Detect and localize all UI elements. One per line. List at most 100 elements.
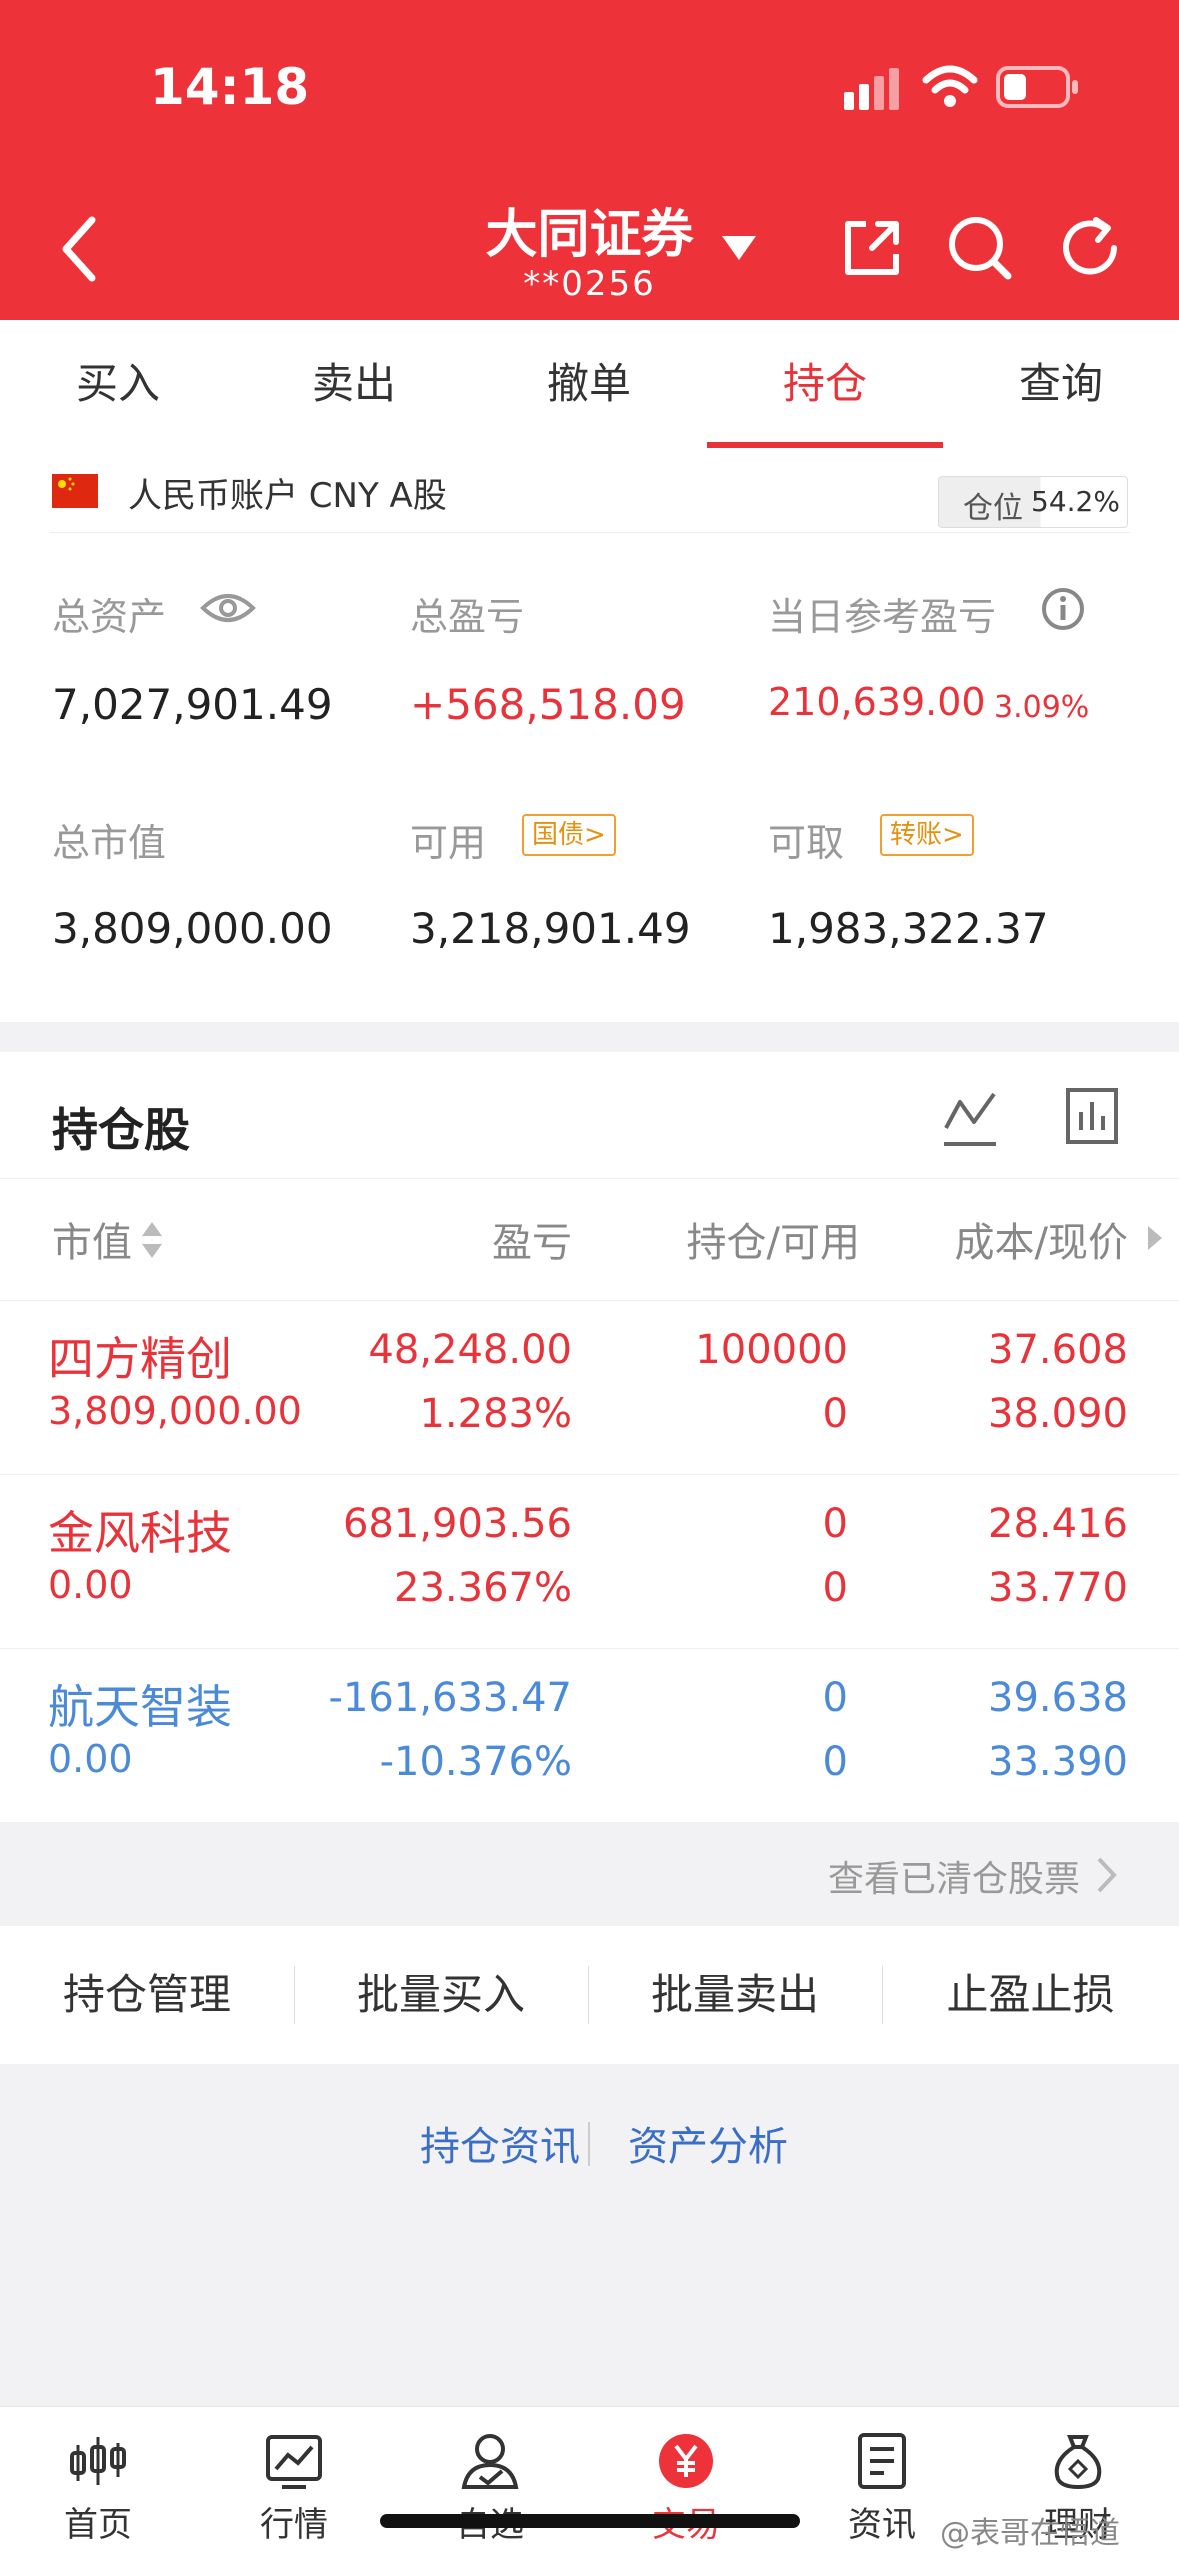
- available-value: 3,218,901.49: [410, 904, 691, 953]
- stock-pl: 681,903.56: [342, 1501, 572, 1547]
- position-manage-button[interactable]: 持仓管理: [0, 1926, 294, 2064]
- cleared-stocks-bar: 查看已清仓股票: [0, 1822, 1179, 1926]
- trade-tabs: 买入 卖出 撤单 持仓 查询: [0, 320, 1179, 449]
- currency-account-label: 人民币账户 CNY A股: [128, 476, 447, 516]
- daily-pl-percent: 3.09%: [994, 690, 1090, 725]
- stock-price: 33.390: [988, 1739, 1128, 1785]
- holdings-title: 持仓股: [52, 1103, 190, 1157]
- chart-icon: [266, 2435, 322, 2489]
- available-label: 可用: [410, 821, 487, 865]
- chevron-right-icon[interactable]: [1146, 1224, 1164, 1252]
- candlestick-icon: [70, 2437, 126, 2485]
- holding-row[interactable]: 四方精创 3,809,000.00 48,248.00 1.283% 10000…: [0, 1300, 1179, 1475]
- chevron-down-icon[interactable]: [720, 234, 758, 262]
- holdings-panel: 持仓股 市值 盈亏 持仓/可用 成本/现价 四方精创 3,809,000.00 …: [0, 1052, 1179, 1822]
- position-ratio-label: 仓位: [963, 491, 1023, 526]
- stock-market-value: 0.00: [48, 1737, 133, 1781]
- stock-available: 0: [822, 1739, 848, 1785]
- battery-icon: [996, 66, 1078, 108]
- money-bag-icon: [1054, 2435, 1102, 2490]
- bottom-tab-trade[interactable]: 交易: [588, 2407, 784, 2557]
- daily-pl-value: 210,639.00: [768, 680, 986, 724]
- bottom-tab-market[interactable]: 行情: [196, 2407, 392, 2557]
- search-icon[interactable]: [946, 214, 1014, 282]
- stock-price: 33.770: [988, 1565, 1128, 1611]
- info-links: 持仓资讯 资产分析: [0, 2100, 1179, 2190]
- stock-pl-percent: -10.376%: [379, 1739, 572, 1785]
- withdrawable-label: 可取: [768, 821, 845, 865]
- stock-name: 航天智装: [48, 1680, 232, 1734]
- tab-positions[interactable]: 持仓: [707, 320, 943, 448]
- stock-name: 四方精创: [48, 1332, 232, 1386]
- link-divider: [588, 2122, 590, 2166]
- home-indicator[interactable]: [380, 2514, 800, 2528]
- tab-buy[interactable]: 买入: [0, 320, 236, 448]
- col-quantity: 持仓/可用: [686, 1220, 860, 1266]
- china-flag-icon: [52, 474, 98, 508]
- yuan-icon: [659, 2434, 713, 2488]
- stock-cost: 37.608: [988, 1327, 1128, 1373]
- total-assets-label: 总资产: [52, 595, 167, 639]
- col-market-value[interactable]: 市值: [52, 1210, 132, 1268]
- market-value: 3,809,000.00: [52, 904, 333, 953]
- bottom-tab-label: 首页: [64, 2505, 132, 2545]
- total-pl-label: 总盈亏: [410, 595, 525, 639]
- stop-profit-loss-button[interactable]: 止盈止损: [882, 1926, 1179, 2064]
- batch-sell-button[interactable]: 批量卖出: [588, 1926, 882, 2064]
- stock-price: 38.090: [988, 1391, 1128, 1437]
- bottom-tab-label: 行情: [260, 2505, 328, 2545]
- col-profit-loss: 盈亏: [492, 1220, 572, 1266]
- tab-sell[interactable]: 卖出: [236, 320, 472, 448]
- sort-icon[interactable]: [140, 1220, 164, 1260]
- position-actions: 持仓管理 批量买入 批量卖出 止盈止损: [0, 1926, 1179, 2064]
- status-time: 14:18: [150, 58, 310, 116]
- wifi-icon: [922, 65, 978, 107]
- withdrawable-value: 1,983,322.37: [768, 904, 1049, 953]
- stock-pl: -161,633.47: [328, 1675, 572, 1721]
- total-pl-value: +568,518.09: [410, 680, 686, 729]
- daily-pl-label: 当日参考盈亏: [768, 595, 997, 639]
- line-chart-icon[interactable]: [940, 1088, 1000, 1150]
- stock-pl-percent: 1.283%: [419, 1391, 572, 1437]
- cleared-stocks-link[interactable]: 查看已清仓股票: [720, 1850, 1080, 1902]
- asset-analysis-link[interactable]: 资产分析: [628, 2114, 788, 2172]
- stock-market-value: 3,809,000.00: [48, 1389, 302, 1433]
- tab-query[interactable]: 查询: [943, 320, 1179, 448]
- watermark: @表哥在悟道: [940, 2516, 1120, 2551]
- signal-icon: [844, 68, 899, 110]
- user-check-icon: [461, 2434, 519, 2489]
- stock-cost: 39.638: [988, 1675, 1128, 1721]
- position-ratio-bar: 仓位 54.2%: [938, 476, 1128, 528]
- tab-cancel[interactable]: 撤单: [471, 320, 707, 448]
- holding-row[interactable]: 金风科技 0.00 681,903.56 23.367% 0 0 28.416 …: [0, 1474, 1179, 1649]
- stock-available: 0: [822, 1565, 848, 1611]
- share-icon[interactable]: [840, 216, 904, 280]
- bottom-tab-watchlist[interactable]: 自选: [392, 2407, 588, 2557]
- batch-buy-button[interactable]: 批量买入: [294, 1926, 588, 2064]
- stock-name: 金风科技: [48, 1506, 232, 1560]
- position-ratio-value: 54.2%: [1031, 485, 1120, 518]
- eye-icon[interactable]: [200, 590, 256, 626]
- account-summary: 人民币账户 CNY A股 仓位 54.2% 总资产 7,027,901.49 总…: [0, 448, 1179, 1022]
- stock-cost: 28.416: [988, 1501, 1128, 1547]
- stock-market-value: 0.00: [48, 1563, 133, 1607]
- stock-qty: 0: [822, 1675, 848, 1721]
- holding-row[interactable]: 航天智装 0.00 -161,633.47 -10.376% 0 0 39.63…: [0, 1648, 1179, 1823]
- info-icon[interactable]: [1040, 586, 1086, 632]
- market-value-label: 总市值: [52, 821, 167, 865]
- stock-available: 0: [822, 1391, 848, 1437]
- chevron-right-icon[interactable]: [1096, 1856, 1118, 1894]
- stock-qty: 0: [822, 1501, 848, 1547]
- bar-chart-icon[interactable]: [1064, 1086, 1120, 1146]
- transfer-badge[interactable]: 转账>: [880, 814, 974, 856]
- total-assets-value: 7,027,901.49: [52, 680, 333, 729]
- stock-qty: 100000: [695, 1327, 848, 1373]
- header-bar: 14:18 大同证券 **0256: [0, 0, 1179, 320]
- stock-pl: 48,248.00: [368, 1327, 572, 1373]
- bottom-tab-home[interactable]: 首页: [0, 2407, 196, 2557]
- stock-pl-percent: 23.367%: [394, 1565, 572, 1611]
- refresh-icon[interactable]: [1056, 214, 1124, 282]
- treasury-bond-badge[interactable]: 国债>: [522, 814, 616, 856]
- document-icon: [858, 2433, 906, 2489]
- position-news-link[interactable]: 持仓资讯: [330, 2114, 580, 2172]
